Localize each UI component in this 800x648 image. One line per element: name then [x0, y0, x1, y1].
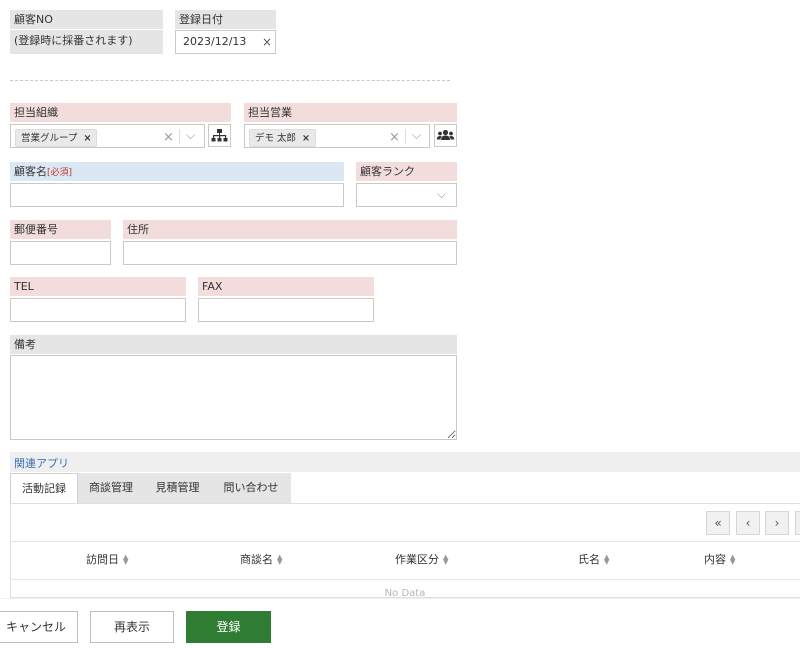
related-apps-title: 関連アプリ — [14, 457, 69, 470]
sort-icon: ▲ ▼ — [730, 553, 736, 566]
cancel-button[interactable]: キャンセル — [0, 611, 78, 643]
required-marker: [必須] — [47, 168, 73, 178]
tab-inquiry[interactable]: 問い合わせ — [211, 473, 291, 503]
pager-next-button[interactable]: › — [765, 511, 789, 535]
sort-icon: ▲ ▼ — [443, 553, 449, 566]
customer-rank-chevron-down-icon[interactable]: ⌵ — [437, 187, 446, 202]
column-visit-date-label: 訪問日 — [86, 553, 119, 566]
sales-chevron-down-icon[interactable]: ⌵ — [412, 128, 421, 143]
section-divider — [10, 80, 450, 81]
pager-last-button[interactable] — [795, 511, 800, 535]
customer-rank-label: 顧客ランク — [356, 162, 457, 181]
sort-icon: ▲ ▼ — [604, 553, 610, 566]
tel-label: TEL — [10, 277, 186, 296]
registration-date-clear-icon[interactable]: × — [262, 35, 272, 49]
postal-input[interactable] — [10, 241, 111, 265]
memo-textarea[interactable] — [10, 355, 457, 440]
tab-activity-log[interactable]: 活動記録 — [10, 473, 78, 503]
memo-label: 備考 — [10, 335, 457, 354]
org-chevron-down-icon[interactable]: ⌵ — [186, 128, 195, 143]
org-clear-icon[interactable]: × — [163, 130, 174, 145]
sales-clear-icon[interactable]: × — [389, 130, 400, 145]
column-work-category[interactable]: 作業区分 ▲ ▼ — [395, 551, 448, 567]
address-input[interactable] — [123, 241, 457, 265]
column-deal-name-label: 商談名 — [240, 553, 273, 566]
related-apps-header: 関連アプリ — [10, 452, 800, 472]
org-tree-button[interactable] — [208, 124, 231, 147]
column-content-label: 内容 — [704, 553, 726, 566]
registration-date-label: 登録日付 — [175, 10, 276, 29]
sales-select[interactable]: デモ 太郎 × × ⌵ — [244, 124, 430, 148]
address-label: 住所 — [123, 220, 457, 239]
tel-input[interactable] — [10, 298, 186, 322]
column-visit-date[interactable]: 訪問日 ▲ ▼ — [86, 551, 128, 567]
sales-tag-label: デモ 太郎 — [255, 133, 297, 144]
org-tree-icon — [211, 129, 228, 142]
org-label: 担当組織 — [10, 103, 231, 122]
customer-no-value: (登録時に採番されます) — [10, 30, 163, 54]
reload-button[interactable]: 再表示 — [90, 611, 174, 643]
sales-label: 担当営業 — [244, 103, 457, 122]
org-select[interactable]: 営業グループ × × ⌵ — [10, 124, 205, 148]
fax-label: FAX — [198, 277, 374, 296]
customer-rank-select[interactable]: ⌵ — [356, 183, 457, 207]
customer-no-label: 顧客NO — [10, 10, 163, 29]
registration-date-value: 2023/12/13 — [183, 35, 247, 48]
pager-first-button[interactable]: « — [706, 511, 730, 535]
column-person-name-label: 氏名 — [578, 553, 600, 566]
org-tag: 営業グループ × — [15, 129, 98, 147]
column-work-category-label: 作業区分 — [395, 553, 439, 566]
column-deal-name[interactable]: 商談名 ▲ ▼ — [240, 551, 282, 567]
org-separator — [179, 129, 180, 144]
sales-user-picker-button[interactable] — [434, 124, 457, 147]
sort-icon: ▲ ▼ — [277, 553, 283, 566]
registration-date-field[interactable]: 2023/12/13 × — [175, 30, 276, 54]
column-person-name[interactable]: 氏名 ▲ ▼ — [578, 551, 609, 567]
sort-icon: ▲ ▼ — [123, 553, 129, 566]
fax-input[interactable] — [198, 298, 374, 322]
customer-name-label-text: 顧客名 — [14, 165, 47, 178]
postal-label: 郵便番号 — [10, 220, 111, 239]
users-icon — [436, 129, 455, 140]
pager-prev-button[interactable]: ‹ — [736, 511, 760, 535]
org-tag-label: 営業グループ — [21, 133, 78, 144]
customer-name-label: 顧客名[必須] — [10, 162, 344, 181]
org-tag-remove-icon[interactable]: × — [83, 133, 91, 144]
sales-tag-remove-icon[interactable]: × — [302, 133, 310, 144]
submit-button[interactable]: 登録 — [186, 611, 271, 643]
customer-name-input[interactable] — [10, 183, 344, 207]
tab-quote-management[interactable]: 見積管理 — [144, 473, 211, 503]
sales-separator — [405, 129, 406, 144]
sales-tag: デモ 太郎 × — [249, 129, 316, 147]
column-content[interactable]: 内容 ▲ ▼ — [704, 551, 735, 567]
tab-deal-management[interactable]: 商談管理 — [78, 473, 144, 503]
